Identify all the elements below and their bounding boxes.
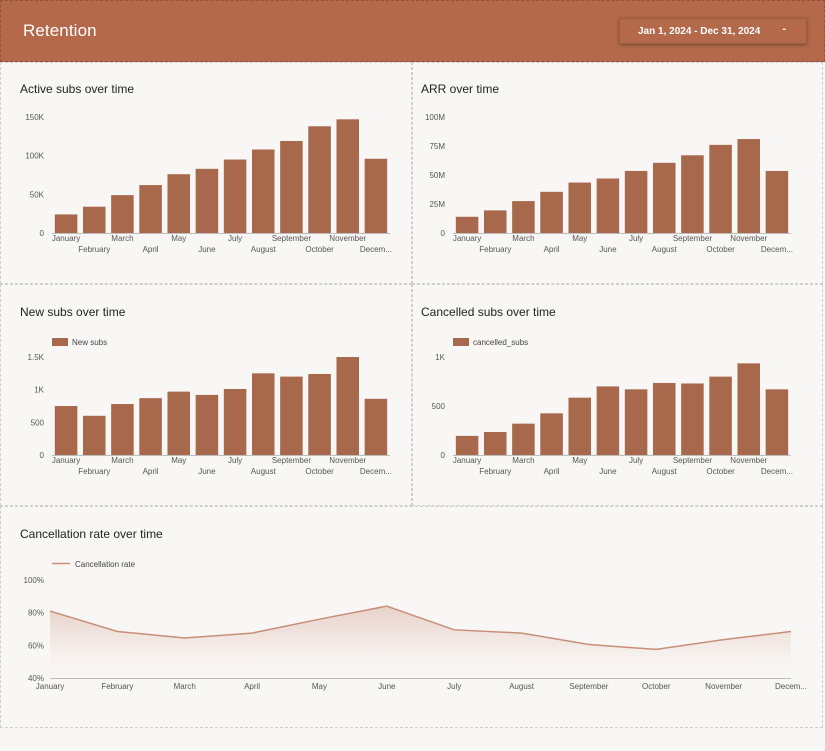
chart-title-active-subs: Active subs over time	[20, 82, 135, 96]
chevron-down-icon: -	[782, 23, 786, 35]
date-range-picker[interactable]: Jan 1, 2024 - Dec 31, 2024 -	[619, 18, 807, 44]
date-range-label: Jan 1, 2024 - Dec 31, 2024	[638, 25, 761, 37]
chart-title-cancelled-subs: Cancelled subs over time	[421, 305, 556, 319]
page-title: Retention	[23, 21, 97, 40]
chart-title-arr: ARR over time	[421, 82, 500, 96]
report-header: Retention Jan 1, 2024 - Dec 31, 2024 -	[0, 0, 825, 62]
chart-title-cancellation-rate: Cancellation rate over time	[20, 527, 163, 541]
chart-title-new-subs: New subs over time	[20, 305, 126, 319]
